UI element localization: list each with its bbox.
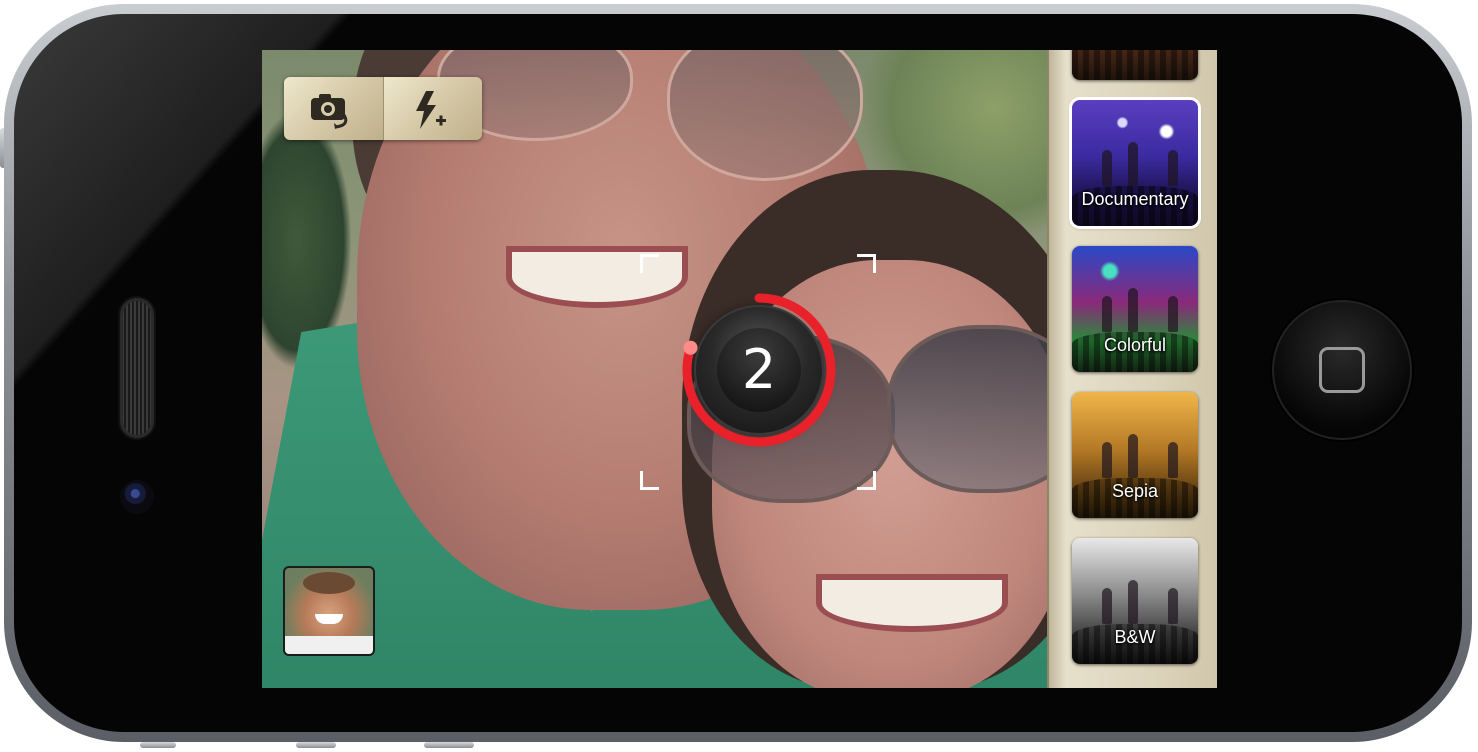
filter-label: Sepia: [1111, 481, 1159, 501]
self-view-thumbnail[interactable]: [283, 566, 375, 656]
crowd-silhouette: [1072, 50, 1198, 80]
flash-button[interactable]: [382, 77, 482, 140]
countdown-value: 2: [741, 338, 777, 401]
performer-silhouette: [1168, 296, 1178, 332]
man-sunglasses: [437, 50, 867, 181]
thumbnail-smile: [315, 614, 343, 624]
thumbnail-hair: [303, 572, 355, 594]
performer-silhouette: [1168, 150, 1178, 186]
countdown-arc-head: [683, 340, 698, 355]
performer-silhouette: [1128, 434, 1138, 478]
focus-corner: [857, 254, 876, 273]
flash-auto-icon: [415, 91, 446, 129]
countdown-timer: 2: [674, 285, 844, 455]
volume-button: [296, 742, 336, 748]
focus-corner: [640, 254, 659, 273]
focus-corner: [640, 471, 659, 490]
earpiece-speaker: [120, 298, 154, 438]
focus-corner: [857, 471, 876, 490]
woman-smile: [822, 580, 1002, 626]
performer-silhouette: [1128, 142, 1138, 186]
filter-item-partial[interactable]: [1072, 50, 1198, 80]
performer-silhouette: [1168, 588, 1178, 624]
phone-mockup: 2 Documentary Colorful Sepia B&W: [0, 0, 1478, 752]
filter-preview: [1072, 50, 1198, 80]
filter-item-documentary[interactable]: Documentary: [1072, 100, 1198, 226]
man-lens-right: [667, 50, 863, 181]
performer-silhouette: [1168, 442, 1178, 478]
screen: 2 Documentary Colorful Sepia B&W: [262, 50, 1217, 688]
filter-label: Colorful: [1103, 335, 1167, 355]
performer-silhouette: [1128, 288, 1138, 332]
performer-silhouette: [1102, 588, 1112, 624]
front-camera: [120, 480, 154, 514]
filter-item-sepia[interactable]: Sepia: [1072, 392, 1198, 518]
performer-silhouette: [1102, 296, 1112, 332]
volume-button: [140, 742, 176, 748]
camera-switch-icon: [311, 94, 348, 129]
filter-item-bw[interactable]: B&W: [1072, 538, 1198, 664]
switch-camera-button[interactable]: [284, 77, 383, 140]
home-button[interactable]: [1272, 300, 1412, 440]
filter-label: B&W: [1114, 627, 1156, 647]
thumbnail-shirt: [285, 636, 373, 654]
home-square-icon: [1319, 347, 1365, 393]
performer-silhouette: [1102, 442, 1112, 478]
performer-silhouette: [1102, 150, 1112, 186]
performer-silhouette: [1128, 580, 1138, 624]
camera-toolbar: [284, 77, 482, 140]
volume-button: [424, 742, 474, 748]
filter-item-colorful[interactable]: Colorful: [1072, 246, 1198, 372]
filter-label: Documentary: [1081, 189, 1189, 209]
woman-lens-right: [887, 325, 1047, 493]
filter-sidebar[interactable]: Documentary Colorful Sepia B&W: [1047, 50, 1217, 688]
